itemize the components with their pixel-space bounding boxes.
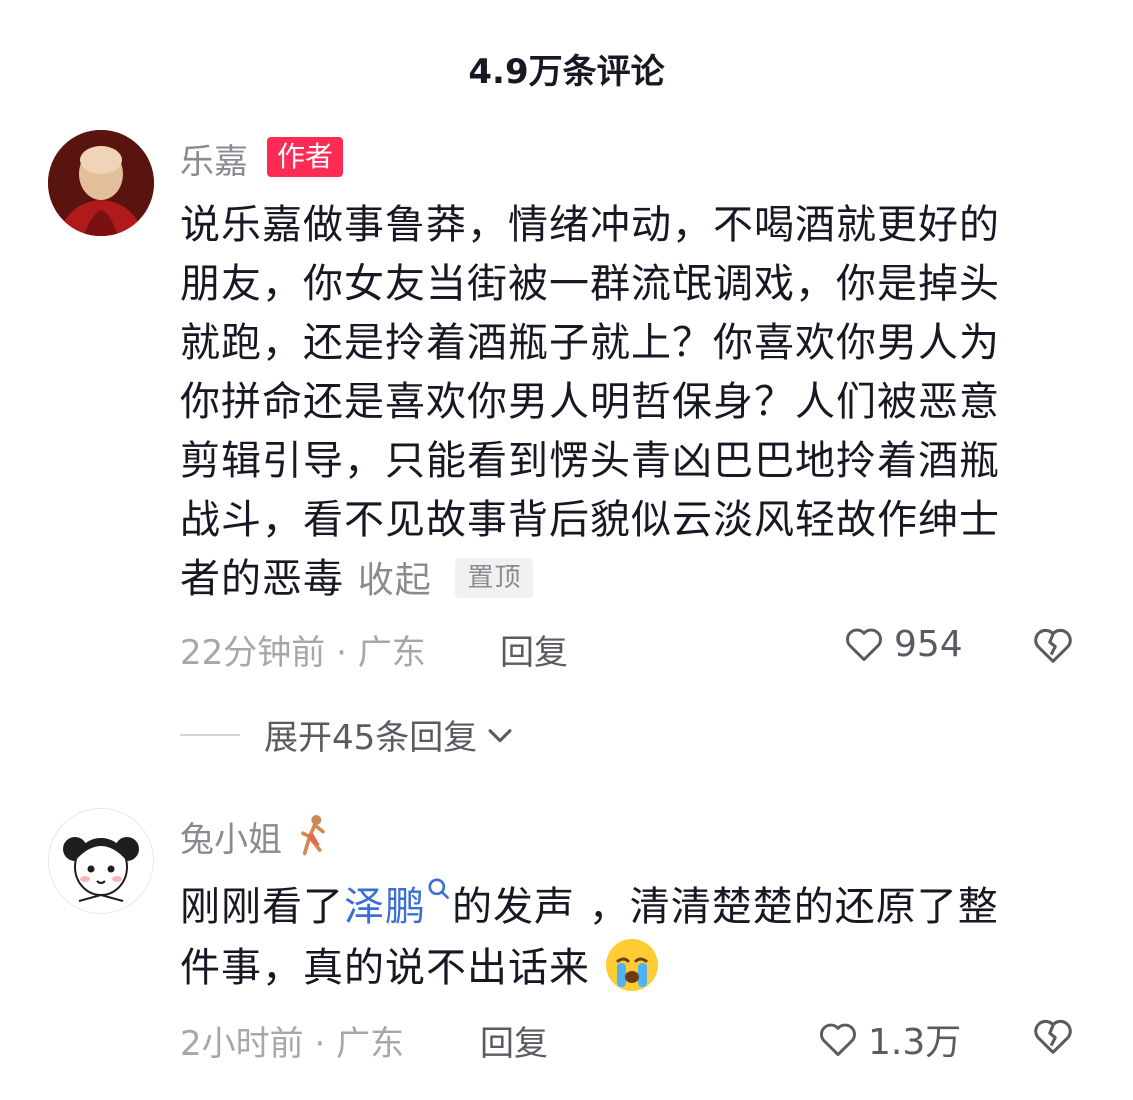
comment-line: 剪辑引导，只能看到愣头青凶巴巴地拎着酒瓶 xyxy=(180,438,1000,484)
heart-outline-icon xyxy=(846,628,882,662)
comment-text: 刚刚看了泽鹏 的发声 ，清清楚楚的还原了整 件事，真的说不出话来 xyxy=(180,876,1080,998)
comment-line: 就跑，还是拎着酒瓶子就上？你喜欢你男人为 xyxy=(180,320,1000,366)
comment-meta: 22分钟前 · 广东 xyxy=(180,625,426,674)
avatar-image xyxy=(49,809,153,913)
meta-separator: · xyxy=(336,633,358,673)
comment-line: 朋友，你女友当街被一群流氓调戏，你是掉头 xyxy=(180,261,1000,307)
like-button[interactable]: 954 xyxy=(842,622,963,666)
chevron-down-icon xyxy=(488,728,512,742)
comment-location: 广东 xyxy=(336,1024,405,1064)
like-count: 954 xyxy=(894,623,963,665)
author-badge: 作者 xyxy=(267,137,344,177)
comment-username[interactable]: 乐嘉 xyxy=(180,134,248,183)
expand-replies[interactable]: 展开45条回复 xyxy=(180,710,517,759)
comment-meta: 2小时前 · 广东 xyxy=(180,1016,404,1065)
divider xyxy=(180,733,240,736)
comment-text: 说乐嘉做事鲁莽，情绪冲动，不喝酒就更好的 朋友，你女友当街被一群流氓调戏，你是掉… xyxy=(180,196,1080,610)
topic-link[interactable]: 泽鹏 xyxy=(344,878,452,930)
avatar[interactable] xyxy=(48,130,154,236)
comment-line: 件事，真的说不出话来 xyxy=(180,937,1080,998)
dislike-button[interactable] xyxy=(1030,1013,1076,1063)
topic-link-label: 泽鹏 xyxy=(344,884,426,930)
comment-text-segment: 件事，真的说不出话来 xyxy=(180,945,590,991)
avatar[interactable] xyxy=(48,808,154,914)
comment-time: 2小时前 xyxy=(180,1024,304,1064)
comment-username-text: 兔小姐 xyxy=(180,820,282,860)
comment-line: 者的恶毒 xyxy=(180,556,344,602)
comment-line: 刚刚看了泽鹏 的发声 ，清清楚楚的还原了整 xyxy=(180,876,1080,937)
search-icon xyxy=(428,878,449,899)
comment-time: 22分钟前 xyxy=(180,633,326,673)
broken-heart-icon xyxy=(1034,1019,1072,1054)
comment-line: 战斗，看不见故事背后貌似云淡风轻故作绅士 xyxy=(180,497,1000,543)
like-button[interactable]: 1.3万 xyxy=(816,1013,961,1065)
comment-line-last: 者的恶毒 收起 置顶 xyxy=(180,550,1080,610)
dancer-emoji-icon xyxy=(300,815,325,856)
avatar-image xyxy=(48,130,154,236)
broken-heart-icon xyxy=(1034,628,1072,663)
comments-count-title: 4.9万条评论 xyxy=(468,52,665,92)
comment-text-segment: 刚刚看了 xyxy=(180,884,344,930)
meta-separator: · xyxy=(314,1024,337,1064)
comment-text-segment: 的发声 ，清清楚楚的还原了整 xyxy=(452,884,999,930)
comment-location: 广东 xyxy=(357,633,426,673)
collapse-link[interactable]: 收起 xyxy=(358,560,432,601)
comment-line: 你拼命还是喜欢你男人明哲保身？人们被恶意 xyxy=(180,379,1000,425)
heart-outline-icon xyxy=(820,1023,856,1057)
comment-username[interactable]: 兔小姐 xyxy=(180,812,333,861)
expand-replies-label: 展开45条回复 xyxy=(264,718,478,758)
comment-line: 说乐嘉做事鲁莽，情绪冲动，不喝酒就更好的 xyxy=(180,202,1000,248)
reply-button[interactable]: 回复 xyxy=(480,1016,548,1065)
reply-button[interactable]: 回复 xyxy=(500,625,568,674)
dislike-button[interactable] xyxy=(1030,622,1076,672)
pinned-badge: 置顶 xyxy=(455,558,534,598)
like-count: 1.3万 xyxy=(868,1022,962,1063)
crying-emoji-icon xyxy=(605,939,658,991)
